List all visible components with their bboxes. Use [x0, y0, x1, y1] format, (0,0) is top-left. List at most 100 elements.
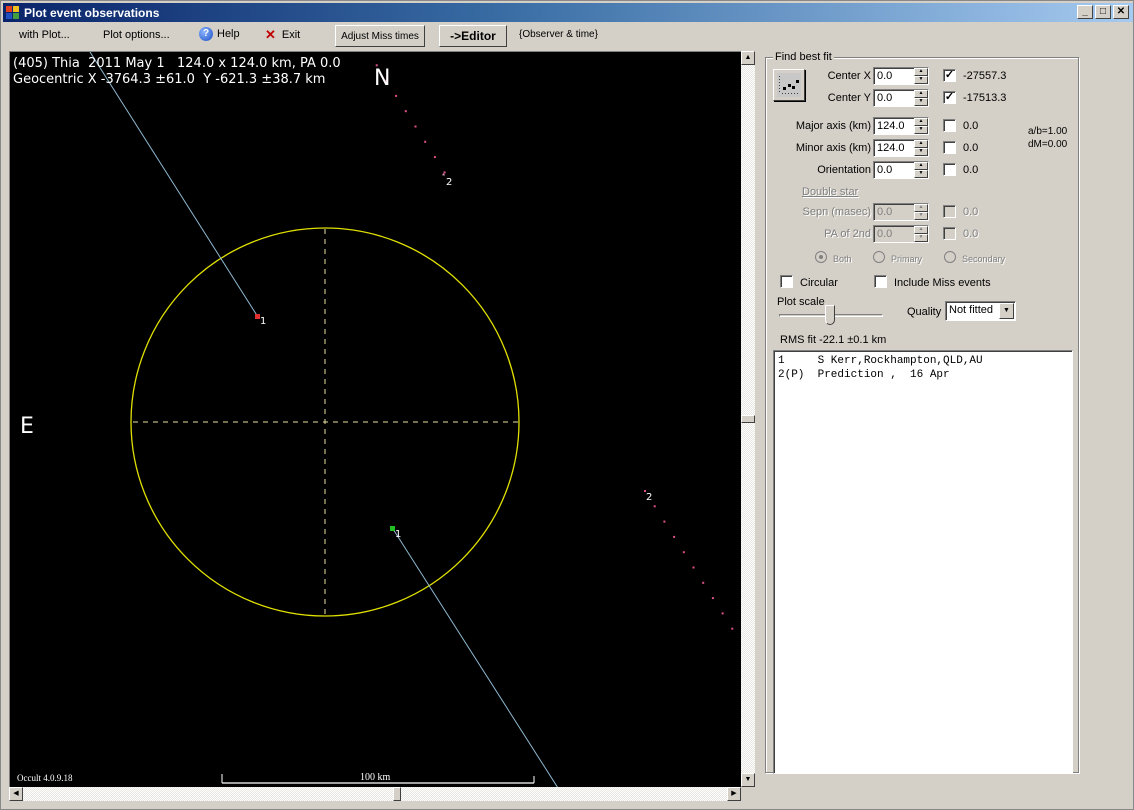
help-icon: ?: [199, 27, 213, 41]
exit-icon: ✕: [265, 27, 276, 42]
prediction-star-marker: *: [442, 172, 445, 181]
scroll-left-button[interactable]: ◀: [9, 787, 23, 801]
include-miss-checkbox[interactable]: [874, 275, 887, 288]
version-label: Occult 4.0.9.18: [17, 773, 73, 783]
pa-2nd-value: 0.0: [877, 228, 893, 240]
spin-down[interactable]: ▼: [914, 98, 928, 106]
minimize-button[interactable]: _: [1077, 5, 1093, 19]
major-axis-value: 124.0: [877, 120, 905, 132]
ab-ratio: a/b=1.00: [1028, 126, 1068, 137]
spin-down[interactable]: ▼: [914, 148, 928, 156]
spin-down[interactable]: ▼: [914, 76, 928, 84]
plot-canvas[interactable]: * (405) Thia 2011 May 1 124.0 x 124.0 km…: [9, 51, 741, 787]
radio-secondary-label: Secondary: [962, 254, 1006, 264]
chord-label-2-bottom: 2: [646, 492, 653, 503]
scroll-right-button[interactable]: ▶: [727, 787, 741, 801]
pa-2nd-label: PA of 2nd: [824, 228, 871, 240]
prediction-dot: [414, 125, 417, 128]
chevron-down-icon[interactable]: ▼: [999, 303, 1014, 319]
plot-horizontal-scrollbar[interactable]: ◀ ▶: [9, 787, 741, 801]
menu-help[interactable]: ? Help: [199, 27, 240, 41]
scroll-down-button[interactable]: ▼: [741, 773, 755, 787]
minor-axis-value: 124.0: [877, 142, 905, 154]
spin-up[interactable]: ▲: [914, 162, 928, 170]
scroll-up-button[interactable]: ▲: [741, 51, 755, 65]
circular-label: Circular: [800, 277, 838, 289]
radio-both[interactable]: [815, 251, 827, 263]
pa-2nd-result: 0.0: [963, 228, 979, 240]
quality-select[interactable]: Not fitted ▼: [945, 301, 1016, 321]
observer-list[interactable]: 1 S Kerr,Rockhampton,QLD,AU 2(P) Predict…: [773, 350, 1073, 774]
spin-up[interactable]: ▲: [914, 90, 928, 98]
menu-exit[interactable]: ✕ Exit: [265, 27, 300, 43]
menu-exit-label: Exit: [281, 28, 301, 41]
list-item[interactable]: 2(P) Prediction , 16 Apr: [778, 368, 1068, 382]
major-axis-input[interactable]: 124.0 ▲ ▼: [873, 117, 929, 135]
orientation-input[interactable]: 0.0 ▲ ▼: [873, 161, 929, 179]
prediction-dot: [395, 94, 398, 97]
list-item[interactable]: 1 S Kerr,Rockhampton,QLD,AU: [778, 354, 1068, 368]
spin-up[interactable]: ▲: [914, 140, 928, 148]
plot-scale-slider-thumb[interactable]: [825, 305, 835, 325]
menu-observer-time[interactable]: {Observer & time}: [519, 29, 598, 40]
spin-down[interactable]: ▼: [914, 170, 928, 178]
radio-primary-label: Primary: [891, 254, 922, 264]
sepn-checkbox[interactable]: [943, 205, 956, 218]
spin-up[interactable]: ▲: [914, 118, 928, 126]
center-y-input[interactable]: 0.0 ▲ ▼: [873, 89, 929, 107]
editor-button[interactable]: ->Editor: [439, 25, 507, 47]
scale-bar-label: 100 km: [360, 772, 391, 783]
orientation-checkbox[interactable]: [943, 163, 956, 176]
spin-up[interactable]: ▲: [914, 204, 928, 212]
sepn-input[interactable]: 0.0 ▲ ▼: [873, 203, 929, 221]
find-best-fit-button[interactable]: [773, 69, 805, 101]
chord-label-2-top: 2: [446, 177, 453, 188]
double-star-title: Double star: [802, 186, 859, 198]
plot-vertical-scrollbar[interactable]: ▲ ▼: [741, 51, 755, 787]
prediction-dot: [653, 505, 656, 508]
menu-with-plot[interactable]: with Plot...: [19, 29, 70, 41]
menu-bar: with Plot... Plot options... ? Help ✕ Exit…: [3, 23, 1133, 49]
close-button[interactable]: ✕: [1113, 5, 1129, 19]
center-y-label: Center Y: [827, 92, 871, 104]
major-axis-result: 0.0: [963, 120, 979, 132]
prediction-dot: [424, 140, 427, 143]
sepn-result: 0.0: [963, 206, 979, 218]
minor-axis-input[interactable]: 124.0 ▲ ▼: [873, 139, 929, 157]
spin-up[interactable]: ▲: [914, 68, 928, 76]
minor-axis-result: 0.0: [963, 142, 979, 154]
center-y-result: -17513.3: [963, 92, 1007, 104]
spin-down[interactable]: ▼: [914, 126, 928, 134]
center-x-input[interactable]: 0.0 ▲ ▼: [873, 67, 929, 85]
adjust-miss-times-button[interactable]: Adjust Miss times: [335, 25, 425, 47]
prediction-dot: [702, 581, 705, 584]
include-miss-label: Include Miss events: [894, 277, 991, 289]
radio-primary[interactable]: [873, 251, 885, 263]
prediction-dot: [721, 612, 724, 615]
menu-plot-options[interactable]: Plot options...: [103, 29, 170, 41]
center-x-label: Center X: [827, 70, 871, 82]
spin-down[interactable]: ▼: [914, 234, 928, 242]
circular-checkbox[interactable]: [780, 275, 793, 288]
sepn-value: 0.0: [877, 206, 893, 218]
maximize-button[interactable]: □: [1095, 5, 1111, 19]
spin-up[interactable]: ▲: [914, 226, 928, 234]
spin-down[interactable]: ▼: [914, 212, 928, 220]
quality-label: Quality: [907, 306, 942, 318]
rms-fit: RMS fit -22.1 ±0.1 km: [780, 334, 887, 346]
pa-2nd-input[interactable]: 0.0 ▲ ▼: [873, 225, 929, 243]
prediction-dot: [404, 110, 407, 113]
center-y-checkbox[interactable]: ✓: [943, 91, 956, 104]
major-axis-checkbox[interactable]: [943, 119, 956, 132]
pa-2nd-checkbox[interactable]: [943, 227, 956, 240]
title-bar[interactable]: Plot event observations _ □ ✕: [3, 3, 1133, 22]
center-x-checkbox[interactable]: ✓: [943, 69, 956, 82]
minor-axis-checkbox[interactable]: [943, 141, 956, 154]
horizontal-scroll-thumb[interactable]: [393, 787, 401, 801]
east-label: E: [20, 414, 34, 439]
prediction-dot: [692, 566, 695, 569]
vertical-scroll-thumb[interactable]: [741, 415, 755, 423]
radio-secondary[interactable]: [944, 251, 956, 263]
sepn-label: Sepn (masec): [802, 206, 871, 218]
orientation-result: 0.0: [963, 164, 979, 176]
